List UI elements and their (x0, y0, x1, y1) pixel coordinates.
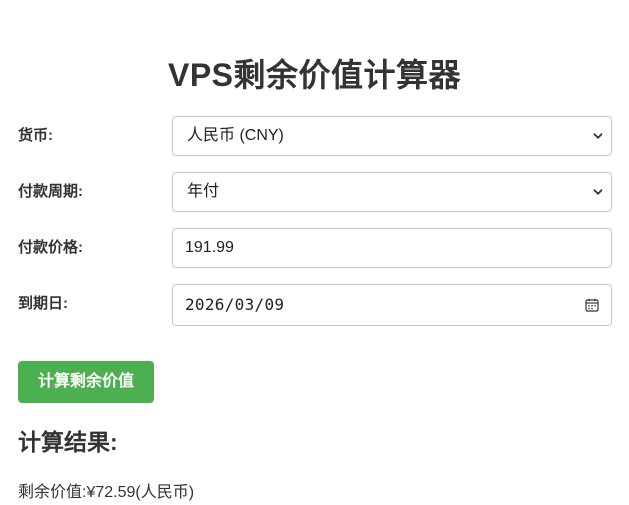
price-label: 付款价格: (18, 239, 83, 256)
calendar-icon[interactable] (585, 298, 599, 312)
payment-cycle-row: 付款周期: 年付 (18, 172, 612, 212)
currency-row: 货币: 人民币 (CNY) (18, 116, 612, 156)
vps-calculator-page: VPS剩余价值计算器 货币: 人民币 (CNY) 付款周期: 年付 付款价格: … (0, 0, 629, 505)
expiry-date-input[interactable]: 2026/03/09 (172, 284, 612, 326)
currency-select-value: 人民币 (CNY) (187, 127, 284, 144)
price-input[interactable]: 191.99 (172, 228, 612, 268)
calculate-button[interactable]: 计算剩余价值 (18, 361, 154, 403)
result-heading: 计算结果: (18, 429, 118, 455)
payment-cycle-select-value: 年付 (187, 183, 220, 200)
expiry-date-row: 到期日: 2026/03/09 (18, 284, 612, 326)
currency-label: 货币: (18, 127, 53, 144)
expiry-date-label: 到期日: (18, 295, 68, 312)
currency-select[interactable]: 人民币 (CNY) (172, 116, 612, 156)
payment-cycle-label: 付款周期: (18, 183, 83, 200)
price-row: 付款价格: 191.99 (18, 228, 612, 268)
price-input-value: 191.99 (185, 239, 234, 256)
page-title: VPS剩余价值计算器 (167, 57, 462, 93)
remaining-value-text: 剩余价值:¥72.59(人民币) (18, 484, 195, 501)
expiry-date-value: 2026/03/09 (185, 295, 285, 314)
payment-cycle-select[interactable]: 年付 (172, 172, 612, 212)
chevron-down-icon (593, 133, 603, 139)
chevron-down-icon (593, 189, 603, 195)
